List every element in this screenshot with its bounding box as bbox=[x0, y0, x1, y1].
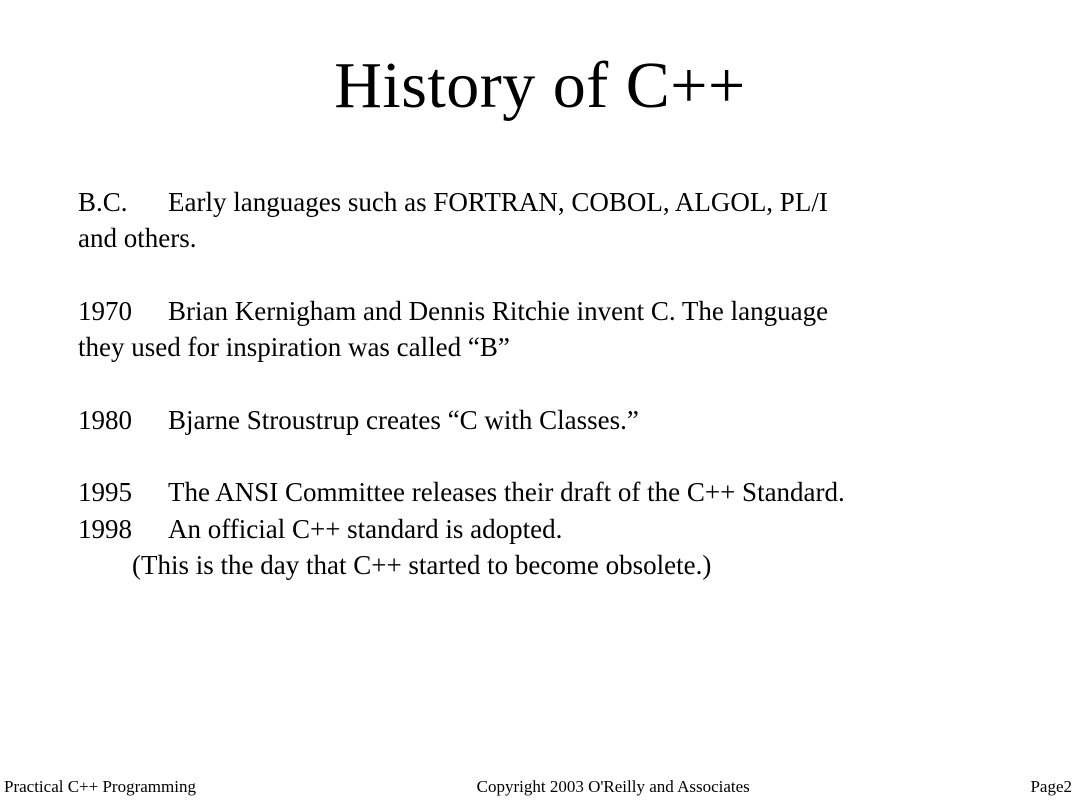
entry-1995: 1995The ANSI Committee releases their dr… bbox=[78, 474, 1010, 510]
entry-text: Bjarne Stroustrup creates “C with Classe… bbox=[168, 405, 639, 435]
entry-text: An official C++ standard is adopted. bbox=[168, 514, 562, 544]
footer-center: Copyright 2003 O'Reilly and Associates bbox=[196, 777, 1030, 797]
footer-right: Page2 bbox=[1030, 777, 1072, 797]
year-label: B.C. bbox=[78, 184, 168, 220]
entry-line: 1998An official C++ standard is adopted. bbox=[78, 511, 1010, 547]
entry-text: Brian Kernigham and Dennis Ritchie inven… bbox=[168, 296, 828, 326]
slide: History of C++ B.C.Early languages such … bbox=[0, 0, 1080, 809]
year-label: 1995 bbox=[78, 474, 168, 510]
entry-line: 1970Brian Kernigham and Dennis Ritchie i… bbox=[78, 293, 1010, 329]
entry-line: they used for inspiration was called “B” bbox=[78, 329, 1010, 365]
entry-1998: 1998An official C++ standard is adopted.… bbox=[78, 511, 1010, 584]
year-label: 1980 bbox=[78, 402, 168, 438]
slide-title: History of C++ bbox=[0, 48, 1080, 124]
entry-1970: 1970Brian Kernigham and Dennis Ritchie i… bbox=[78, 293, 1010, 366]
entry-bc: B.C.Early languages such as FORTRAN, COB… bbox=[78, 184, 1010, 257]
entry-text: The ANSI Committee releases their draft … bbox=[168, 477, 845, 507]
entry-line: B.C.Early languages such as FORTRAN, COB… bbox=[78, 184, 1010, 220]
entry-1980: 1980Bjarne Stroustrup creates “C with Cl… bbox=[78, 402, 1010, 438]
year-label: 1998 bbox=[78, 511, 168, 547]
year-label: 1970 bbox=[78, 293, 168, 329]
entry-note: (This is the day that C++ started to bec… bbox=[78, 547, 1010, 583]
entry-text: Early languages such as FORTRAN, COBOL, … bbox=[168, 187, 828, 217]
footer-left: Practical C++ Programming bbox=[4, 777, 196, 797]
entry-line: 1995The ANSI Committee releases their dr… bbox=[78, 474, 1010, 510]
entry-line: 1980Bjarne Stroustrup creates “C with Cl… bbox=[78, 402, 1010, 438]
entry-line: and others. bbox=[78, 220, 1010, 256]
footer: Practical C++ Programming Copyright 2003… bbox=[0, 777, 1080, 797]
slide-content: B.C.Early languages such as FORTRAN, COB… bbox=[0, 184, 1080, 620]
